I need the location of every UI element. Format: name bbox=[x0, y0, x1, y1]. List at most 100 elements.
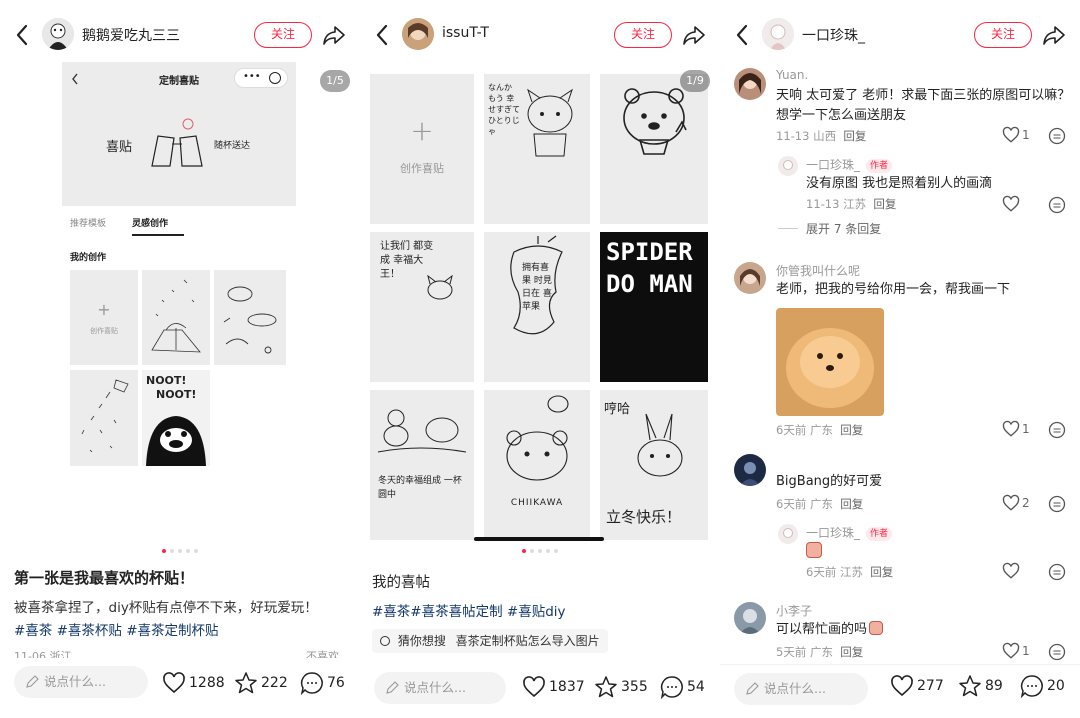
comment-input-placeholder: 说点什么... bbox=[44, 674, 106, 689]
like-count: 277 bbox=[917, 678, 944, 694]
sticker-emoji-icon bbox=[806, 542, 822, 558]
heart-icon bbox=[1002, 562, 1020, 579]
comment-reply-icon[interactable] bbox=[1048, 495, 1066, 513]
replier-name[interactable]: 一口珍珠_ 作者 bbox=[806, 524, 893, 541]
follow-button[interactable]: 关注 bbox=[254, 22, 312, 48]
share-icon[interactable] bbox=[322, 24, 346, 46]
collect-button[interactable]: 222 bbox=[234, 670, 288, 696]
commenter-avatar[interactable] bbox=[734, 602, 766, 634]
create-tile[interactable]: + 创作喜贴 bbox=[70, 270, 138, 365]
like-button[interactable]: 1837 bbox=[522, 674, 585, 700]
tab-recommend[interactable]: 推荐模板 bbox=[70, 216, 106, 229]
back-arrow-icon[interactable] bbox=[12, 22, 34, 48]
reply-like[interactable] bbox=[1002, 195, 1022, 213]
chiikawa-text: CHIIKAWA bbox=[510, 498, 564, 508]
note-tags[interactable]: #喜茶#喜茶喜帖定制 #喜贴diy bbox=[372, 600, 566, 620]
reply-like[interactable] bbox=[1002, 562, 1022, 580]
comment-text: 老师，把我的号给你用一会，帮我画一下 bbox=[776, 282, 1011, 297]
sticker-spider[interactable]: SPIDER DO MAN bbox=[600, 232, 708, 382]
comment-meta: 5天前 广东 回复 bbox=[776, 644, 863, 660]
create-tile[interactable]: + 创作喜贴 bbox=[370, 74, 474, 224]
commenter-avatar[interactable] bbox=[734, 262, 766, 294]
reply-button[interactable]: 回复 bbox=[840, 423, 863, 437]
author-name[interactable]: issuT-T bbox=[442, 25, 489, 41]
pen-icon bbox=[746, 682, 759, 695]
sticker-chiikawa[interactable]: CHIIKAWA bbox=[484, 390, 590, 540]
commenter-name[interactable]: 小李子 bbox=[776, 602, 812, 619]
tab-inspiration[interactable]: 灵感创作 bbox=[132, 216, 168, 229]
sticker-stars-cup[interactable] bbox=[70, 370, 138, 466]
replier-avatar[interactable] bbox=[778, 156, 798, 176]
author-avatar[interactable] bbox=[402, 18, 434, 50]
expand-replies[interactable]: 展开 7 条回复 bbox=[806, 220, 881, 237]
follow-button[interactable]: 关注 bbox=[974, 22, 1032, 48]
author-avatar[interactable] bbox=[42, 18, 74, 50]
reply-button[interactable]: 回复 bbox=[840, 497, 863, 511]
comment-image[interactable] bbox=[776, 308, 884, 416]
sticker-cats[interactable] bbox=[214, 270, 286, 365]
reply-button[interactable]: 回复 bbox=[843, 129, 866, 143]
comment-reply-icon[interactable] bbox=[1048, 421, 1066, 439]
commenter-name[interactable]: Yuan. bbox=[776, 68, 808, 82]
comment-reply-icon[interactable] bbox=[1048, 196, 1066, 214]
note-image-grid[interactable]: + 创作喜贴 なんか もう 幸せすぎて ひとりじゃ 让我们 都变成 幸福大王！ … bbox=[360, 70, 720, 542]
comment-reply-icon[interactable] bbox=[1048, 563, 1066, 581]
comment-button[interactable]: 20 bbox=[1020, 673, 1065, 699]
star-icon bbox=[595, 676, 617, 698]
plus-icon: + bbox=[97, 300, 111, 319]
banner-text-right: 随杯送达 bbox=[214, 141, 251, 151]
author-name[interactable]: 一口珍珠_ bbox=[802, 25, 865, 45]
back-arrow-icon[interactable] bbox=[372, 22, 394, 48]
commenter-avatar[interactable] bbox=[734, 454, 766, 486]
comment-input[interactable]: 说点什么... bbox=[734, 673, 868, 705]
comment-reply-icon[interactable] bbox=[1048, 643, 1066, 661]
comment-like[interactable]: 1 bbox=[1002, 420, 1030, 438]
sticker-winter[interactable]: 冬天的幸福组成 一杯圆中 bbox=[370, 390, 474, 540]
share-icon[interactable] bbox=[1042, 24, 1066, 46]
star-icon bbox=[959, 675, 981, 697]
collect-count: 355 bbox=[621, 679, 648, 695]
reply-button[interactable]: 回复 bbox=[840, 645, 863, 659]
collect-button[interactable]: 89 bbox=[958, 673, 1003, 699]
back-arrow-icon[interactable] bbox=[732, 22, 754, 48]
replier-avatar[interactable] bbox=[778, 524, 798, 544]
plus-icon: + bbox=[410, 114, 434, 147]
replier-name-text: 一口珍珠_ bbox=[806, 158, 861, 172]
commenter-avatar[interactable] bbox=[734, 68, 766, 100]
sticker-happy-king[interactable]: 让我们 都变成 幸福大王！ bbox=[370, 232, 474, 382]
reply-button[interactable]: 回复 bbox=[873, 197, 896, 211]
share-icon[interactable] bbox=[682, 24, 706, 46]
dot bbox=[186, 549, 190, 553]
reply-button[interactable]: 回复 bbox=[870, 565, 893, 579]
author-tag: 作者 bbox=[866, 159, 893, 173]
comments-panel: 一口珍珠_ 关注 Yuan. 天响 太可爱了 老师！求最下面三张的原图可以嘛？ … bbox=[720, 0, 1080, 718]
sticker-noot[interactable]: NOOT! NOOT! bbox=[142, 370, 210, 466]
comment-like[interactable]: 2 bbox=[1002, 494, 1030, 512]
comment-input[interactable]: 说点什么... bbox=[374, 672, 506, 704]
like-button[interactable]: 277 bbox=[890, 673, 944, 699]
note-tags[interactable]: #喜茶 #喜茶杯贴 #喜茶定制杯贴 bbox=[14, 619, 219, 639]
sticker-japanese-cat[interactable]: なんか もう 幸せすぎて ひとりじゃ bbox=[484, 74, 590, 224]
note-image[interactable]: 定制喜贴 ••• 喜贴 随杯送达 推荐模板 灵感创作 我的创作 + 创作喜贴 N… bbox=[62, 62, 296, 472]
like-button[interactable]: 1288 bbox=[162, 670, 225, 696]
follow-button[interactable]: 关注 bbox=[614, 22, 672, 48]
sticker-apple[interactable]: 拥有喜果 时見 日在 喜苹果 bbox=[484, 232, 590, 382]
commenter-name[interactable]: 你管我叫什么呢 bbox=[776, 262, 860, 279]
sticker-bear[interactable] bbox=[600, 74, 708, 224]
author-avatar[interactable] bbox=[762, 18, 794, 50]
sticker-stars-umbrella[interactable] bbox=[142, 270, 210, 365]
comment-button[interactable]: 54 bbox=[660, 674, 705, 700]
comment-like[interactable]: 1 bbox=[1002, 126, 1030, 144]
collect-button[interactable]: 355 bbox=[594, 674, 648, 700]
comment-reply-icon[interactable] bbox=[1048, 127, 1066, 145]
replier-name[interactable]: 一口珍珠_ 作者 bbox=[806, 156, 893, 173]
comment-button[interactable]: 76 bbox=[300, 670, 345, 696]
app-header: 定制喜贴 ••• 喜贴 随杯送达 bbox=[62, 62, 296, 206]
comment-count: 20 bbox=[1047, 678, 1065, 694]
image-counter: 1/5 bbox=[320, 70, 350, 92]
comment-like[interactable]: 1 bbox=[1002, 642, 1030, 660]
author-name[interactable]: 鹅鹅爱吃丸三三 bbox=[82, 25, 180, 45]
comment-input[interactable]: 说点什么... bbox=[14, 666, 148, 698]
search-suggestion[interactable]: 猜你想搜 喜茶定制杯贴怎么导入图片 bbox=[372, 629, 608, 653]
sticker-rabbit[interactable]: 哼哈 立冬快乐！ bbox=[600, 390, 708, 540]
